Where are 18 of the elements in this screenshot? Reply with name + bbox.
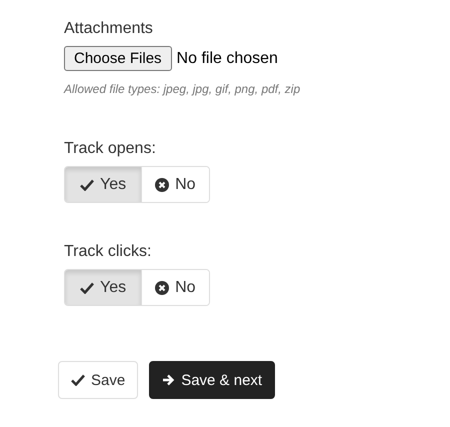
choose-files-button[interactable]: Choose Files bbox=[64, 46, 172, 71]
field-label: Track opens: bbox=[64, 140, 157, 158]
check-icon bbox=[80, 178, 94, 190]
close-icon bbox=[155, 178, 170, 192]
toggle-option[interactable]: Yes bbox=[65, 167, 142, 202]
help-text: Allowed file types: jpeg, jpg, gif, png, pdf, zip bbox=[64, 82, 302, 96]
save-next-button[interactable]: Save & next bbox=[149, 361, 276, 399]
field-label: Track clicks: bbox=[64, 243, 152, 261]
toggle-option[interactable]: Yes bbox=[65, 270, 142, 305]
file-status: No file chosen bbox=[176, 50, 278, 68]
field-label: Attachments bbox=[64, 20, 154, 38]
toggle-option[interactable]: No bbox=[141, 167, 209, 202]
check-icon bbox=[80, 282, 94, 294]
save-button[interactable]: Save bbox=[58, 361, 138, 399]
arrow-right-icon bbox=[162, 374, 176, 386]
check-icon bbox=[71, 374, 85, 386]
toggle-option[interactable]: No bbox=[141, 270, 209, 305]
close-icon bbox=[155, 280, 170, 294]
